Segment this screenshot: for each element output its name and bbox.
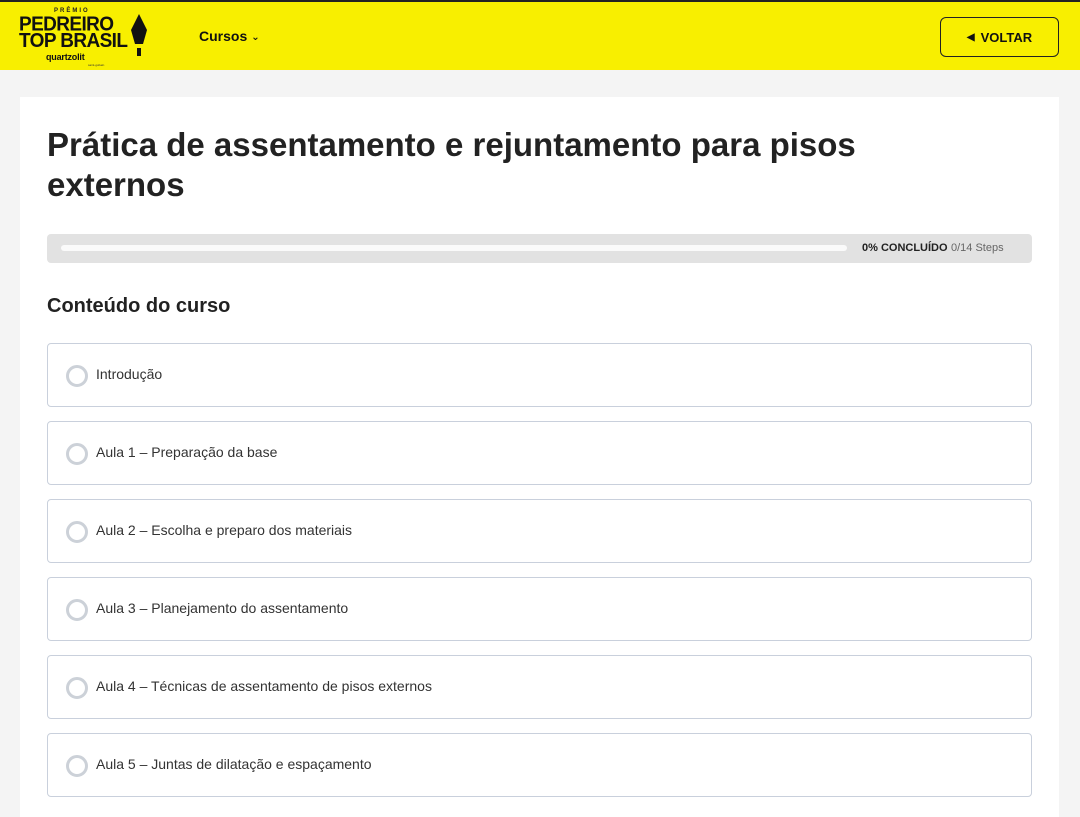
lesson-item-aula-3[interactable]: Aula 3 – Planejamento do assentamento	[47, 577, 1032, 641]
nav-cursos-label: Cursos	[199, 28, 248, 44]
course-title: Prática de assentamento e rejuntamento p…	[47, 126, 856, 203]
lesson-list: Introdução Aula 1 – Preparação da base A…	[47, 343, 1032, 811]
lesson-label: Aula 3 – Planejamento do assentamento	[96, 600, 349, 616]
back-button[interactable]: ◀ VOLTAR	[940, 17, 1059, 57]
incomplete-circle-icon	[66, 755, 88, 777]
progress-track	[61, 245, 847, 251]
lesson-label: Aula 1 – Preparação da base	[96, 444, 278, 460]
lesson-item-aula-4[interactable]: Aula 4 – Técnicas de assentamento de pis…	[47, 655, 1032, 719]
lesson-item-aula-5[interactable]: Aula 5 – Juntas de dilatação e espaçamen…	[47, 733, 1032, 797]
arrow-left-icon: ◀	[966, 31, 975, 43]
course-card: Prática de assentamento e rejuntamento p…	[20, 97, 1059, 817]
chevron-down-icon: ⌄	[251, 31, 260, 43]
lesson-label: Aula 5 – Juntas de dilatação e espaçamen…	[96, 756, 372, 772]
incomplete-circle-icon	[66, 365, 88, 387]
lesson-label: Aula 2 – Escolha e preparo dos materiais	[96, 522, 353, 538]
lesson-label: Aula 4 – Técnicas de assentamento de pis…	[96, 678, 432, 694]
incomplete-circle-icon	[66, 521, 88, 543]
trowel-icon	[131, 14, 147, 56]
lesson-item-aula-2[interactable]: Aula 2 – Escolha e preparo dos materiais	[47, 499, 1032, 563]
logo-brand: quartzolit	[46, 52, 85, 62]
progress-steps: 0/14 Steps	[951, 242, 1004, 254]
progress-percent: 0% CONCLUÍDO	[862, 242, 948, 254]
course-progress: 0% CONCLUÍDO 0/14 Steps	[47, 234, 1032, 263]
lesson-item-intro[interactable]: Introdução	[47, 343, 1032, 407]
back-button-label: VOLTAR	[980, 29, 1033, 45]
premio-pedreiro-logo[interactable]: PRÊMIO PEDREIRO TOP BRASIL quartzolit sa…	[18, 6, 152, 68]
incomplete-circle-icon	[66, 443, 88, 465]
logo-line-2: TOP BRASIL	[19, 30, 128, 53]
lesson-item-aula-1[interactable]: Aula 1 – Preparação da base	[47, 421, 1032, 485]
incomplete-circle-icon	[66, 599, 88, 621]
nav-cursos-menu[interactable]: Cursos ⌄	[199, 28, 260, 44]
incomplete-circle-icon	[66, 677, 88, 699]
section-title: Conteúdo do curso	[47, 295, 231, 317]
lesson-label: Introdução	[96, 366, 163, 382]
logo-brand-sub: saint-gobain	[88, 63, 105, 67]
site-header: PRÊMIO PEDREIRO TOP BRASIL quartzolit sa…	[0, 0, 1080, 70]
